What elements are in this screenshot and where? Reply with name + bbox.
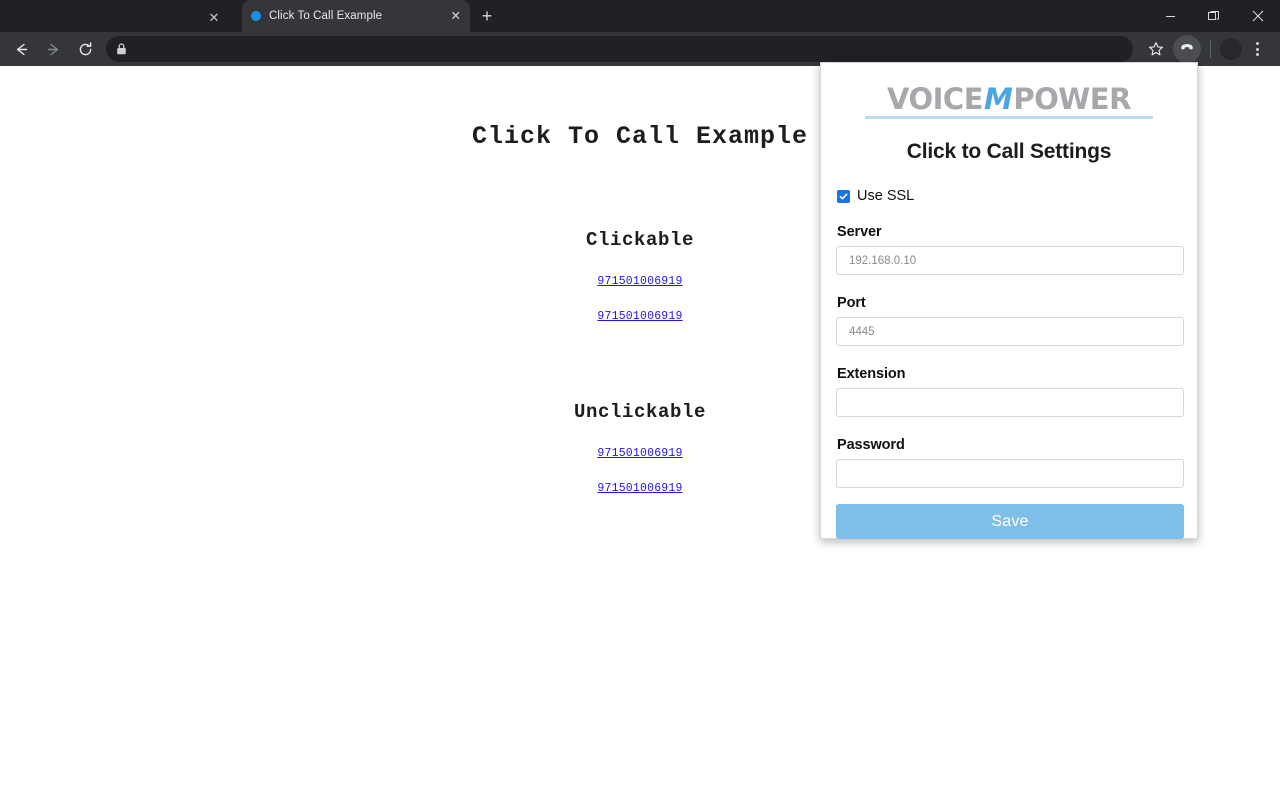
address-bar[interactable] bbox=[106, 36, 1133, 62]
toolbar-divider bbox=[1210, 40, 1211, 58]
port-input[interactable]: 4445 bbox=[836, 317, 1184, 346]
favicon-icon bbox=[251, 11, 261, 21]
tab-strip-left-pad bbox=[0, 0, 186, 32]
window-controls bbox=[1148, 0, 1280, 32]
close-button[interactable] bbox=[1236, 0, 1280, 32]
extension-input[interactable] bbox=[836, 388, 1184, 417]
tab-strip-spacer bbox=[504, 0, 1148, 32]
extension-phone-handset-icon[interactable] bbox=[1173, 35, 1201, 63]
tab-title: Click To Call Example bbox=[269, 10, 383, 22]
logo-underline-bar bbox=[865, 116, 1153, 119]
tab-click-to-call-example[interactable]: Click To Call Example ✕ bbox=[242, 0, 470, 32]
browser-toolbar bbox=[0, 32, 1280, 66]
forward-button[interactable] bbox=[38, 34, 68, 64]
label-port: Port bbox=[837, 295, 866, 311]
browser-window: ✕ Click To Call Example ✕ + Click To Cal… bbox=[0, 0, 1280, 800]
close-icon[interactable]: ✕ bbox=[209, 11, 220, 24]
server-input[interactable]: 192.168.0.10 bbox=[836, 246, 1184, 275]
password-input[interactable] bbox=[836, 459, 1184, 488]
extension-popup: VOICEMPOWER Click to Call Settings Use S… bbox=[820, 62, 1198, 539]
use-ssl-row[interactable]: Use SSL bbox=[837, 188, 1182, 204]
logo-text-power: POWER bbox=[1013, 82, 1131, 116]
popup-title: Click to Call Settings bbox=[906, 140, 1112, 163]
toolbar-right-group bbox=[1141, 34, 1274, 64]
logo-text-m: M bbox=[984, 82, 1013, 116]
tab-strip: ✕ Click To Call Example ✕ + bbox=[0, 0, 1280, 32]
new-tab-button[interactable]: + bbox=[470, 0, 504, 32]
minimize-button[interactable] bbox=[1148, 0, 1192, 32]
restore-button[interactable] bbox=[1192, 0, 1236, 32]
close-icon[interactable]: ✕ bbox=[451, 10, 461, 23]
three-dot-menu-icon[interactable] bbox=[1244, 35, 1270, 63]
use-ssl-checkbox[interactable] bbox=[837, 189, 850, 203]
back-button[interactable] bbox=[6, 34, 36, 64]
lock-icon bbox=[116, 43, 127, 55]
use-ssl-label: Use SSL bbox=[857, 188, 915, 204]
reload-button[interactable] bbox=[70, 34, 100, 64]
label-password: Password bbox=[837, 437, 905, 453]
logo-text-voice: VOICE bbox=[887, 82, 984, 116]
bookmark-star-icon[interactable] bbox=[1141, 34, 1171, 64]
label-extension: Extension bbox=[837, 366, 906, 382]
save-button[interactable]: Save bbox=[836, 504, 1184, 539]
avatar[interactable] bbox=[1220, 38, 1242, 60]
tab-partial[interactable]: ✕ bbox=[186, 2, 242, 32]
label-server: Server bbox=[837, 224, 882, 240]
voicempower-logo: VOICEMPOWER bbox=[836, 85, 1182, 119]
